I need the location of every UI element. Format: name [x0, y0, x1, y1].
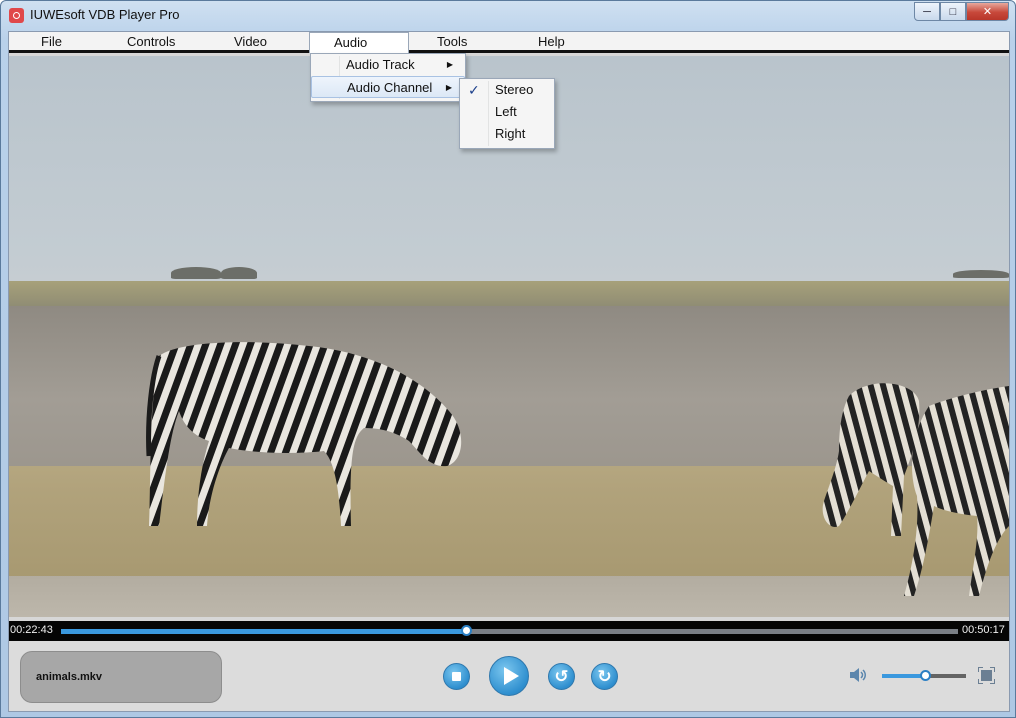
menu-item-label: Left: [495, 104, 517, 119]
speaker-icon[interactable]: [848, 665, 868, 685]
control-bar: animals.mkv ↺ ↻: [9, 641, 1009, 711]
fullscreen-icon[interactable]: [978, 667, 995, 684]
rewind-button[interactable]: ↺: [548, 663, 575, 690]
current-time: 00:22:43: [10, 624, 53, 636]
rotate-back-icon: ↺: [554, 667, 569, 686]
menu-help[interactable]: Help: [538, 32, 565, 52]
menu-video[interactable]: Video: [234, 32, 267, 52]
file-name: animals.mkv: [36, 671, 103, 683]
menu-item-label: Stereo: [495, 82, 534, 97]
menu-audio[interactable]: Audio: [309, 32, 409, 53]
play-icon: [503, 667, 519, 685]
menu-item-left[interactable]: Left: [460, 101, 554, 123]
menu-item-label: Audio Channel: [347, 80, 433, 95]
menu-item-audio-track[interactable]: Audio Track ▶: [311, 54, 465, 76]
seek-progress-fill: [61, 629, 467, 634]
menu-item-right[interactable]: Right: [460, 123, 554, 145]
stop-icon: [452, 672, 461, 681]
window-title: IUWEsoft VDB Player Pro: [30, 7, 180, 22]
app-logo-icon[interactable]: [9, 8, 24, 23]
seek-bar: 00:22:43 00:50:17: [9, 621, 1009, 641]
menu-controls[interactable]: Controls: [127, 32, 175, 52]
forward-button[interactable]: ↻: [591, 663, 618, 690]
maximize-icon: □: [949, 5, 957, 18]
menu-file[interactable]: File: [41, 32, 62, 52]
menu-tools[interactable]: Tools: [437, 32, 467, 52]
seek-thumb[interactable]: [461, 625, 473, 636]
rotate-forward-icon: ↻: [597, 667, 612, 686]
volume-thumb[interactable]: [919, 670, 931, 681]
close-icon: ✕: [982, 6, 993, 18]
window-controls: ─ □ ✕: [914, 2, 1009, 21]
submenu-arrow-icon: ▶: [446, 60, 453, 69]
menu-item-stereo[interactable]: ✓ Stereo: [460, 79, 554, 101]
menu-item-audio-channel[interactable]: Audio Channel ▶: [311, 76, 465, 98]
audio-channel-submenu: ✓ Stereo Left Right: [459, 78, 555, 149]
app-window: IUWEsoft VDB Player Pro ─ □ ✕ File Contr…: [0, 0, 1016, 718]
submenu-arrow-icon: ▶: [445, 83, 452, 92]
check-icon: ✓: [468, 82, 480, 98]
volume-slider[interactable]: [882, 670, 966, 681]
audio-menu-dropdown: Audio Track ▶ Audio Channel ▶: [310, 53, 466, 102]
play-button[interactable]: [489, 656, 529, 696]
minimize-icon: ─: [923, 5, 931, 18]
menu-item-label: Right: [495, 126, 526, 141]
volume-fill: [882, 674, 925, 678]
menu-item-label: Audio Track: [346, 57, 415, 72]
stop-button[interactable]: [443, 663, 470, 690]
file-name-panel: animals.mkv: [20, 651, 222, 703]
client-area: File Controls Video Audio Tools Help Aud…: [8, 31, 1010, 712]
menu-bar: File Controls Video Audio Tools Help: [9, 32, 1009, 53]
maximize-button[interactable]: □: [940, 2, 966, 21]
title-bar[interactable]: IUWEsoft VDB Player Pro ─ □ ✕: [1, 1, 1015, 30]
seek-track[interactable]: [61, 625, 958, 636]
minimize-button[interactable]: ─: [914, 2, 940, 21]
total-time: 00:50:17: [962, 624, 1005, 636]
close-button[interactable]: ✕: [966, 2, 1009, 21]
